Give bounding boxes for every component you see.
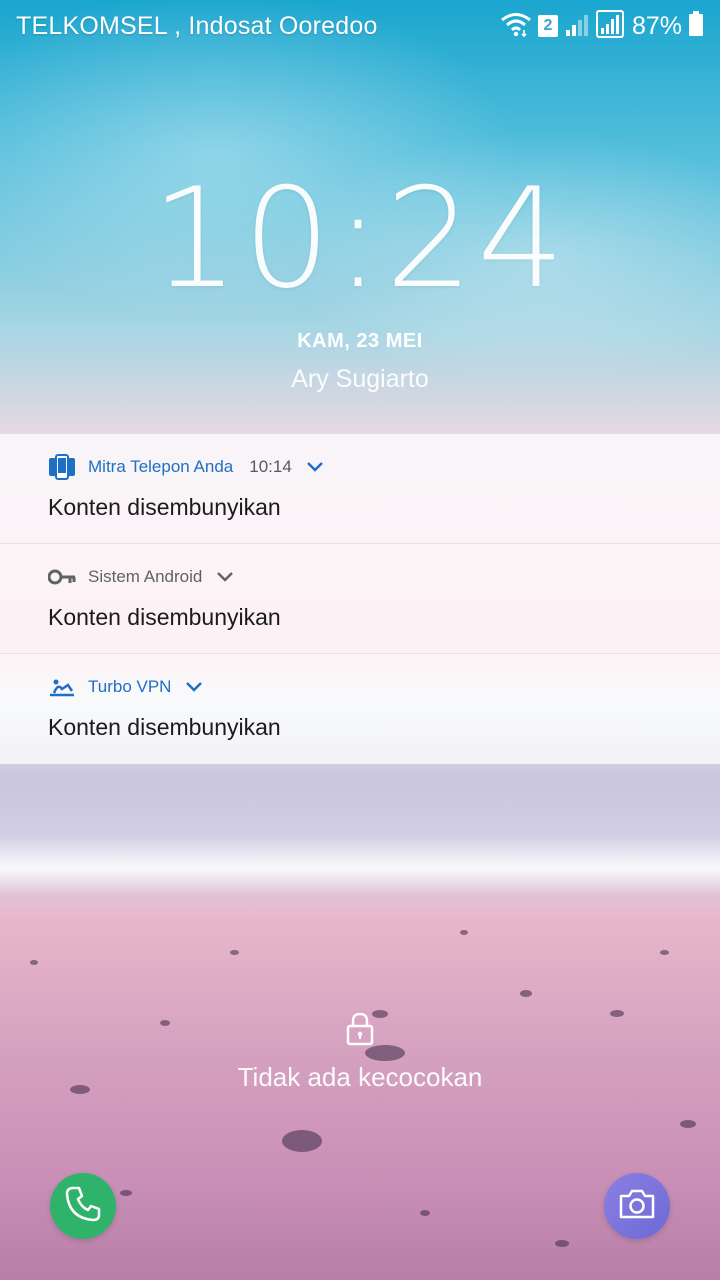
notification-app-name: Mitra Telepon Anda — [88, 457, 234, 476]
notification-body: Konten disembunyikan — [48, 714, 281, 740]
key-icon — [48, 564, 76, 590]
notification-turbo-vpn[interactable]: Turbo VPN Konten disembunyikan — [0, 654, 720, 764]
notification-header: Turbo VPN — [48, 674, 203, 700]
phone-app-icon — [48, 454, 76, 480]
chevron-down-icon[interactable] — [185, 681, 203, 693]
notification-app-name: Turbo VPN — [88, 677, 172, 696]
camera-shortcut-button[interactable] — [604, 1173, 670, 1239]
signal-sim1-icon — [564, 11, 590, 42]
phone-icon — [63, 1184, 103, 1229]
carrier-label: TELKOMSEL , Indosat Ooredoo — [16, 12, 378, 40]
status-indicators: 2 87% — [500, 8, 704, 44]
notification-body: Konten disembunyikan — [48, 494, 281, 520]
signal-sim2-icon — [595, 9, 624, 43]
phone-shortcut-button[interactable] — [50, 1173, 116, 1239]
notification-list: Mitra Telepon Anda 10:14 Konten disembun… — [0, 434, 720, 764]
notification-header: Sistem Android — [48, 564, 234, 590]
chevron-down-icon[interactable] — [216, 571, 234, 583]
lock-icon — [345, 1012, 375, 1046]
wifi-icon — [500, 11, 532, 42]
battery-icon — [688, 10, 704, 42]
notification-sistem-android[interactable]: Sistem Android Konten disembunyikan — [0, 544, 720, 654]
notification-body: Konten disembunyikan — [48, 604, 281, 630]
lockscreen-clock: 10:24 — [151, 158, 569, 319]
camera-icon — [617, 1187, 657, 1226]
chevron-down-icon[interactable] — [306, 461, 324, 473]
sim2-badge: 2 — [537, 15, 558, 37]
status-bar: TELKOMSEL , Indosat Ooredoo 2 87% — [0, 0, 720, 52]
notification-app-name: Sistem Android — [88, 567, 203, 586]
turbo-vpn-icon — [48, 674, 76, 700]
notification-mitra-telepon[interactable]: Mitra Telepon Anda 10:14 Konten disembun… — [0, 434, 720, 544]
notification-header: Mitra Telepon Anda 10:14 — [48, 454, 324, 480]
owner-info: Ary Sugiarto — [291, 365, 429, 393]
wallpaper-foam — [0, 835, 720, 895]
notification-time: 10:14 — [249, 457, 292, 476]
unlock-hint: Tidak ada kecocokan — [237, 1062, 483, 1092]
battery-percent: 87% — [631, 11, 682, 40]
lockscreen-date: KAM, 23 MEI — [297, 330, 423, 352]
